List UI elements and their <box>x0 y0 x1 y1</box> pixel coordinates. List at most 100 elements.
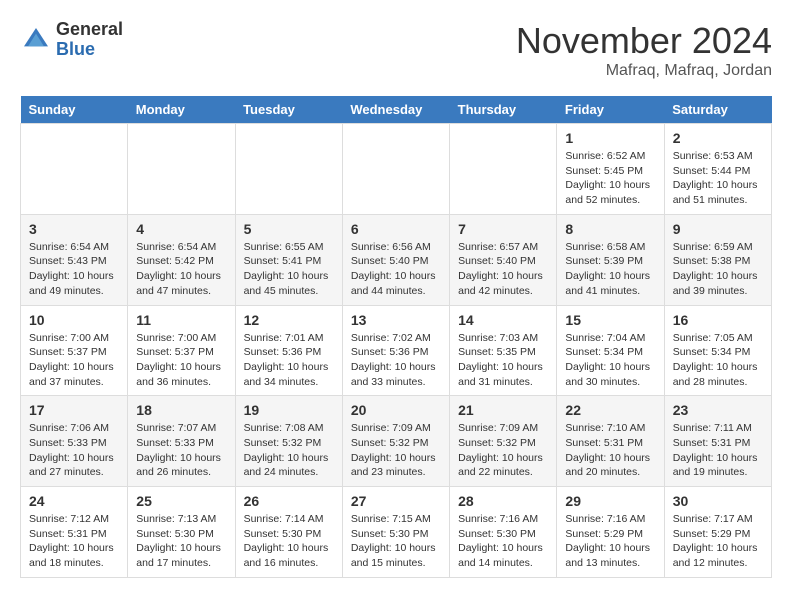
day-info: Sunrise: 7:02 AMSunset: 5:36 PMDaylight:… <box>351 331 441 390</box>
calendar-cell: 29Sunrise: 7:16 AMSunset: 5:29 PMDayligh… <box>557 487 664 578</box>
day-info: Sunrise: 6:56 AMSunset: 5:40 PMDaylight:… <box>351 240 441 299</box>
weekday-header: Thursday <box>450 96 557 124</box>
calendar-cell: 10 Sunrise: 7:00 AMSunset: 5:37 PMDayligh… <box>21 305 128 396</box>
day-info: Sunrise: 7:11 AMSunset: 5:31 PMDaylight:… <box>673 421 763 480</box>
day-info: Sunrise: 7:03 AMSunset: 5:35 PMDaylight:… <box>458 331 548 390</box>
calendar-week-row: 3 Sunrise: 6:54 AMSunset: 5:43 PMDaylight… <box>21 214 772 305</box>
calendar-cell: 19 Sunrise: 7:08 AMSunset: 5:32 PMDayligh… <box>235 396 342 487</box>
day-info: Sunrise: 7:00 AMSunset: 5:37 PMDaylight:… <box>29 331 119 390</box>
calendar-cell: 16Sunrise: 7:05 AMSunset: 5:34 PMDayligh… <box>664 305 771 396</box>
calendar-cell: 20 Sunrise: 7:09 AMSunset: 5:32 PMDayligh… <box>342 396 449 487</box>
logo-icon <box>20 24 52 56</box>
day-number: 21 <box>458 402 548 418</box>
day-info: Sunrise: 7:00 AMSunset: 5:37 PMDaylight:… <box>136 331 226 390</box>
day-number: 12 <box>244 312 334 328</box>
day-number: 19 <box>244 402 334 418</box>
calendar-cell: 24 Sunrise: 7:12 AMSunset: 5:31 PMDayligh… <box>21 487 128 578</box>
calendar-cell: 28 Sunrise: 7:16 AMSunset: 5:30 PMDayligh… <box>450 487 557 578</box>
day-number: 1 <box>565 130 655 146</box>
logo-text: General Blue <box>56 20 123 60</box>
day-number: 20 <box>351 402 441 418</box>
day-number: 28 <box>458 493 548 509</box>
calendar-week-row: 10 Sunrise: 7:00 AMSunset: 5:37 PMDayligh… <box>21 305 772 396</box>
calendar-cell: 13 Sunrise: 7:02 AMSunset: 5:36 PMDayligh… <box>342 305 449 396</box>
calendar-week-row: 1 Sunrise: 6:52 AMSunset: 5:45 PMDaylight… <box>21 124 772 215</box>
day-number: 13 <box>351 312 441 328</box>
calendar-week-row: 24 Sunrise: 7:12 AMSunset: 5:31 PMDayligh… <box>21 487 772 578</box>
day-number: 15 <box>565 312 655 328</box>
calendar-cell <box>21 124 128 215</box>
weekday-header: Sunday <box>21 96 128 124</box>
day-number: 27 <box>351 493 441 509</box>
day-number: 4 <box>136 221 226 237</box>
day-number: 6 <box>351 221 441 237</box>
calendar-cell: 22 Sunrise: 7:10 AMSunset: 5:31 PMDayligh… <box>557 396 664 487</box>
page-header: General Blue November 2024 Mafraq, Mafra… <box>20 20 772 80</box>
day-number: 10 <box>29 312 119 328</box>
calendar-cell: 2Sunrise: 6:53 AMSunset: 5:44 PMDaylight… <box>664 124 771 215</box>
calendar-cell: 5 Sunrise: 6:55 AMSunset: 5:41 PMDaylight… <box>235 214 342 305</box>
weekday-header: Friday <box>557 96 664 124</box>
day-info: Sunrise: 6:59 AMSunset: 5:38 PMDaylight:… <box>673 240 763 299</box>
day-info: Sunrise: 6:55 AMSunset: 5:41 PMDaylight:… <box>244 240 334 299</box>
day-info: Sunrise: 6:57 AMSunset: 5:40 PMDaylight:… <box>458 240 548 299</box>
calendar-cell: 11Sunrise: 7:00 AMSunset: 5:37 PMDayligh… <box>128 305 235 396</box>
day-info: Sunrise: 7:15 AMSunset: 5:30 PMDaylight:… <box>351 512 441 571</box>
day-info: Sunrise: 7:09 AMSunset: 5:32 PMDaylight:… <box>351 421 441 480</box>
calendar-table: SundayMondayTuesdayWednesdayThursdayFrid… <box>20 96 772 578</box>
calendar-week-row: 17 Sunrise: 7:06 AMSunset: 5:33 PMDayligh… <box>21 396 772 487</box>
calendar-cell <box>342 124 449 215</box>
day-number: 30 <box>673 493 763 509</box>
day-info: Sunrise: 6:54 AMSunset: 5:43 PMDaylight:… <box>29 240 119 299</box>
logo: General Blue <box>20 20 123 60</box>
day-info: Sunrise: 7:08 AMSunset: 5:32 PMDaylight:… <box>244 421 334 480</box>
day-info: Sunrise: 7:10 AMSunset: 5:31 PMDaylight:… <box>565 421 655 480</box>
day-number: 22 <box>565 402 655 418</box>
calendar-cell: 15 Sunrise: 7:04 AMSunset: 5:34 PMDayligh… <box>557 305 664 396</box>
weekday-header: Saturday <box>664 96 771 124</box>
calendar-cell: 1 Sunrise: 6:52 AMSunset: 5:45 PMDaylight… <box>557 124 664 215</box>
day-number: 24 <box>29 493 119 509</box>
month-title: November 2024 <box>516 20 772 62</box>
calendar-cell: 30 Sunrise: 7:17 AMSunset: 5:29 PMDayligh… <box>664 487 771 578</box>
calendar-cell: 6 Sunrise: 6:56 AMSunset: 5:40 PMDaylight… <box>342 214 449 305</box>
day-number: 3 <box>29 221 119 237</box>
day-info: Sunrise: 7:07 AMSunset: 5:33 PMDaylight:… <box>136 421 226 480</box>
calendar-cell: 14 Sunrise: 7:03 AMSunset: 5:35 PMDayligh… <box>450 305 557 396</box>
calendar-cell: 26 Sunrise: 7:14 AMSunset: 5:30 PMDayligh… <box>235 487 342 578</box>
day-info: Sunrise: 7:12 AMSunset: 5:31 PMDaylight:… <box>29 512 119 571</box>
day-number: 5 <box>244 221 334 237</box>
calendar-cell: 25Sunrise: 7:13 AMSunset: 5:30 PMDayligh… <box>128 487 235 578</box>
calendar-cell <box>450 124 557 215</box>
calendar-cell: 21 Sunrise: 7:09 AMSunset: 5:32 PMDayligh… <box>450 396 557 487</box>
location: Mafraq, Mafraq, Jordan <box>516 62 772 80</box>
day-number: 23 <box>673 402 763 418</box>
day-number: 17 <box>29 402 119 418</box>
day-info: Sunrise: 6:52 AMSunset: 5:45 PMDaylight:… <box>565 149 655 208</box>
day-number: 2 <box>673 130 763 146</box>
day-info: Sunrise: 6:54 AMSunset: 5:42 PMDaylight:… <box>136 240 226 299</box>
day-info: Sunrise: 7:04 AMSunset: 5:34 PMDaylight:… <box>565 331 655 390</box>
day-info: Sunrise: 7:17 AMSunset: 5:29 PMDaylight:… <box>673 512 763 571</box>
day-number: 29 <box>565 493 655 509</box>
calendar-cell: 27 Sunrise: 7:15 AMSunset: 5:30 PMDayligh… <box>342 487 449 578</box>
day-info: Sunrise: 7:14 AMSunset: 5:30 PMDaylight:… <box>244 512 334 571</box>
day-info: Sunrise: 7:09 AMSunset: 5:32 PMDaylight:… <box>458 421 548 480</box>
day-info: Sunrise: 7:13 AMSunset: 5:30 PMDaylight:… <box>136 512 226 571</box>
calendar-cell: 7 Sunrise: 6:57 AMSunset: 5:40 PMDaylight… <box>450 214 557 305</box>
calendar-cell: 4 Sunrise: 6:54 AMSunset: 5:42 PMDaylight… <box>128 214 235 305</box>
day-number: 18 <box>136 402 226 418</box>
day-info: Sunrise: 7:16 AMSunset: 5:30 PMDaylight:… <box>458 512 548 571</box>
day-number: 14 <box>458 312 548 328</box>
calendar-cell: 17 Sunrise: 7:06 AMSunset: 5:33 PMDayligh… <box>21 396 128 487</box>
day-number: 16 <box>673 312 763 328</box>
day-info: Sunrise: 6:58 AMSunset: 5:39 PMDaylight:… <box>565 240 655 299</box>
calendar-cell <box>235 124 342 215</box>
day-number: 9 <box>673 221 763 237</box>
day-number: 8 <box>565 221 655 237</box>
day-number: 7 <box>458 221 548 237</box>
day-info: Sunrise: 7:06 AMSunset: 5:33 PMDaylight:… <box>29 421 119 480</box>
weekday-header: Wednesday <box>342 96 449 124</box>
calendar-cell <box>128 124 235 215</box>
day-number: 26 <box>244 493 334 509</box>
